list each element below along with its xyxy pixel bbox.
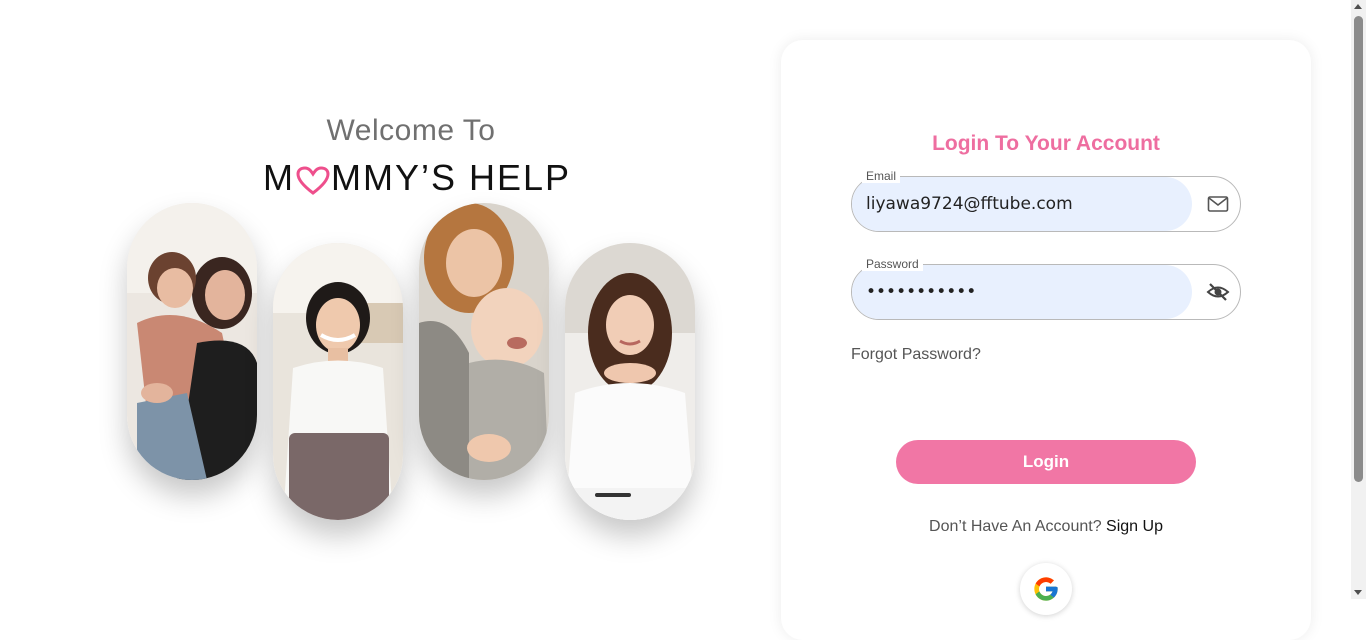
forgot-password-link[interactable]: Forgot Password?	[851, 346, 981, 364]
email-field[interactable]: liyawa9724@fftube.com Email	[851, 169, 1241, 232]
scroll-up-arrow-icon[interactable]	[1354, 4, 1362, 9]
password-input-value[interactable]: •••••••••••	[866, 265, 976, 319]
eye-off-icon[interactable]	[1206, 280, 1230, 304]
signup-prompt: Don’t Have An Account? Sign Up	[781, 518, 1311, 536]
heart-icon	[296, 163, 330, 195]
woman-in-white-shirt-photo	[565, 243, 695, 520]
scroll-down-arrow-icon[interactable]	[1354, 590, 1362, 595]
google-login-button[interactable]	[1020, 563, 1072, 615]
no-account-text: Don’t Have An Account?	[929, 518, 1102, 535]
woman-with-laptop-photo	[273, 243, 403, 520]
email-label: Email	[862, 169, 901, 183]
scrollbar-thumb[interactable]	[1354, 16, 1363, 482]
login-title: Login To Your Account	[932, 132, 1160, 155]
brand-prefix: M	[263, 157, 295, 198]
mother-hugging-son-photo	[127, 203, 257, 480]
password-label: Password	[862, 257, 923, 271]
welcome-heading: Welcome To	[326, 114, 496, 147]
mail-icon	[1206, 192, 1230, 216]
mother-holding-baby-photo	[419, 203, 549, 480]
login-button[interactable]: Login	[896, 440, 1196, 484]
email-input-value[interactable]: liyawa9724@fftube.com	[866, 177, 1073, 231]
password-field[interactable]: ••••••••••• Password	[851, 257, 1241, 320]
login-card: Login To Your Account liyawa9724@fftube.…	[781, 40, 1311, 640]
brand-logo: M MMY’S HELP	[263, 157, 569, 198]
page-scrollbar[interactable]	[1351, 0, 1366, 599]
sign-up-link[interactable]: Sign Up	[1106, 518, 1163, 535]
brand-suffix: MMY’S HELP	[331, 157, 572, 198]
